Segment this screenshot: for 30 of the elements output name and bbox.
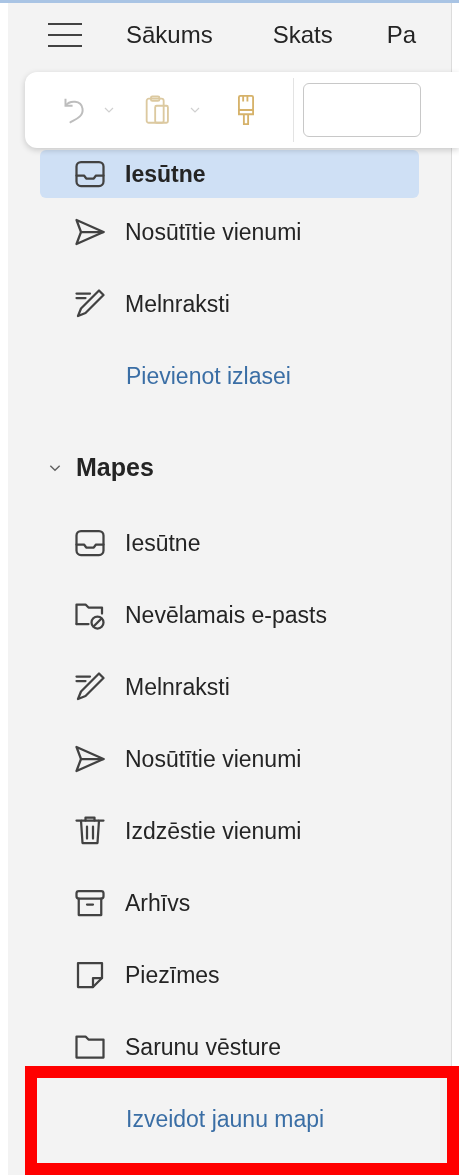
- menu-icon[interactable]: [48, 21, 82, 48]
- menu-tab[interactable]: Skats: [272, 16, 333, 53]
- folder-item[interactable]: Melnraksti: [8, 651, 451, 723]
- folder-blocked-icon: [75, 600, 105, 630]
- note-icon: [75, 960, 105, 990]
- folder-item[interactable]: Nosūtītie vienumi: [8, 723, 451, 795]
- link[interactable]: Izveidot jaunu mapi: [126, 1101, 325, 1137]
- folder-item[interactable]: Nevēlamais e-pasts: [8, 579, 451, 651]
- input-field[interactable]: [303, 83, 421, 137]
- folder-item[interactable]: Piezīmes: [8, 939, 451, 1011]
- folder-item[interactable]: Izdzēstie vienumi: [8, 795, 451, 867]
- folder-item[interactable]: Iesūtne: [8, 507, 451, 579]
- inbox-tray-icon: [75, 159, 105, 189]
- paper-plane-icon: [75, 744, 105, 774]
- inbox-tray-icon: [75, 528, 105, 558]
- folder-item[interactable]: Arhīvs: [8, 867, 451, 939]
- menu-tab[interactable]: Sākums: [126, 16, 213, 53]
- pencil-icon: [75, 289, 105, 319]
- link[interactable]: Pievienot izlasei: [126, 358, 291, 394]
- archive-box-icon: [75, 888, 105, 918]
- menu-tab[interactable]: Pa: [386, 16, 417, 53]
- trash-icon: [75, 816, 105, 846]
- folder-item[interactable]: Nosūtītie vienumi: [8, 196, 451, 268]
- folder-item[interactable]: Melnraksti: [8, 268, 451, 340]
- folder-icon: [75, 1035, 105, 1059]
- pencil-icon: [75, 672, 105, 702]
- section-heading: Mapes: [76, 452, 154, 484]
- folder-item[interactable]: Sarunu vēsture: [8, 1011, 451, 1083]
- folder-item[interactable]: Iesūtne: [40, 150, 419, 198]
- paper-plane-icon: [75, 217, 105, 247]
